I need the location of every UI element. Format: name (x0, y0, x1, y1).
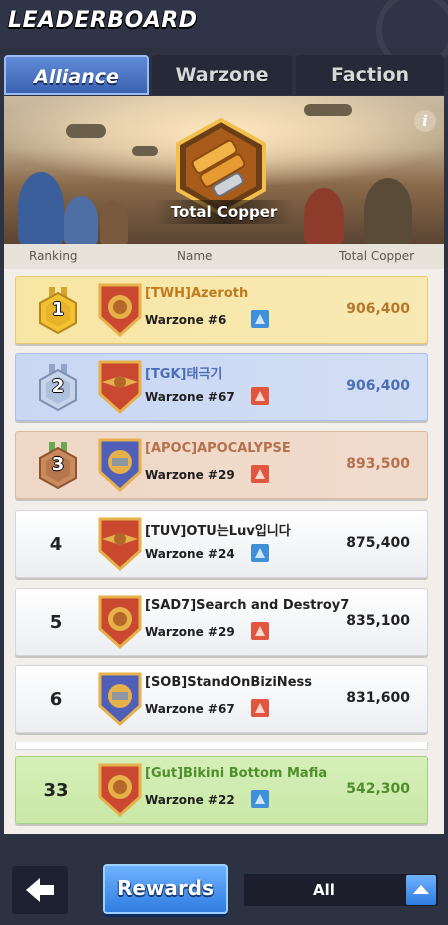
filter-value: All (313, 881, 335, 899)
warzone-label: Warzone #29 (145, 625, 235, 639)
alliance-name: [TGK]태극기 (145, 367, 223, 382)
warzone-label: Warzone #24 (145, 547, 235, 561)
ranking-panel[interactable]: Ranking Name Total Copper 1 [TWH]Azeroth… (4, 244, 444, 834)
helicopter-icon (304, 104, 352, 116)
banner-caption: Total Copper (154, 200, 294, 224)
back-button[interactable] (12, 866, 68, 914)
alliance-name: [Gut]Bikini Bottom Mafia (145, 766, 328, 781)
copper-value: 542,300 (346, 781, 410, 797)
filter-select[interactable]: All (244, 874, 438, 906)
warzone-label: Warzone #67 (145, 702, 235, 716)
chevron-up-icon[interactable] (406, 875, 436, 905)
table-row[interactable]: 2 [TGK]태극기 Warzone #67 906,400 (15, 353, 428, 421)
alliance-emblem-icon (98, 438, 142, 493)
soldier-figure (64, 196, 98, 244)
alliance-name: [SOB]StandOnBiziNess (145, 675, 312, 690)
helicopter-icon (66, 124, 106, 138)
faction-red-icon (251, 699, 269, 717)
copper-value: 831,600 (346, 690, 410, 706)
tab-alliance[interactable]: Alliance (4, 55, 149, 95)
copper-value: 906,400 (346, 301, 410, 317)
copper-value: 835,100 (346, 613, 410, 629)
silver-medal-icon: 2 (36, 364, 80, 412)
alliance-name: [APOC]APOCALYPSE (145, 441, 291, 456)
soldier-figure (304, 188, 344, 244)
leaderboard-screen: LEADERBOARD Alliance Warzone Faction Tot… (0, 0, 448, 925)
alliance-name: [TWH]Azeroth (145, 286, 249, 301)
alliance-emblem-icon (98, 672, 142, 727)
alliance-name: [SAD7]Search and Destroy7 (145, 598, 350, 613)
table-row[interactable]: 6 [SOB]StandOnBiziNess Warzone #67 831,6… (15, 665, 428, 733)
faction-blue-icon (251, 790, 269, 808)
column-header: Ranking Name Total Copper (4, 244, 444, 269)
copper-value: 906,400 (346, 378, 410, 394)
header: LEADERBOARD (0, 0, 448, 70)
bronze-medal-icon: 3 (36, 442, 80, 490)
alliance-emblem-icon (98, 763, 142, 818)
warzone-label: Warzone #67 (145, 390, 235, 404)
table-row[interactable]: 3 [APOC]APOCALYPSE Warzone #29 893,500 (15, 431, 428, 499)
rank-number: 33 (43, 780, 69, 801)
rewards-button[interactable]: Rewards (103, 864, 228, 914)
alliance-emblem-icon (98, 517, 142, 572)
faction-blue-icon (251, 310, 269, 328)
back-arrow-icon (26, 878, 54, 902)
faction-red-icon (251, 465, 269, 483)
list-row-peek (15, 742, 428, 750)
alliance-name: [TUV]OTU는Luv입니다 (145, 524, 291, 539)
copper-value: 875,400 (346, 535, 410, 551)
tab-warzone[interactable]: Warzone (152, 55, 292, 95)
tab-faction[interactable]: Faction (296, 55, 444, 95)
alliance-emblem-icon (98, 595, 142, 650)
warzone-label: Warzone #22 (145, 793, 235, 807)
warzone-label: Warzone #6 (145, 313, 227, 327)
tab-bar: Alliance Warzone Faction (4, 55, 444, 95)
soldier-figure (364, 178, 412, 244)
helicopter-icon (132, 146, 158, 156)
soldier-figure (18, 172, 64, 244)
warzone-label: Warzone #29 (145, 468, 235, 482)
col-total-copper: Total Copper (339, 249, 415, 263)
alliance-emblem-icon (98, 360, 142, 415)
faction-red-icon (251, 387, 269, 405)
col-name: Name (177, 249, 213, 263)
banner: Total Copper i (4, 96, 444, 244)
info-icon[interactable]: i (414, 110, 436, 132)
rank-number: 5 (49, 612, 63, 633)
faction-red-icon (251, 622, 269, 640)
table-row[interactable]: 4 [TUV]OTU는Luv입니다 Warzone #24 875,400 (15, 510, 428, 578)
table-row[interactable]: 1 [TWH]Azeroth Warzone #6 906,400 (15, 276, 428, 344)
table-row[interactable]: 5 [SAD7]Search and Destroy7 Warzone #29 … (15, 588, 428, 656)
col-ranking: Ranking (29, 249, 78, 263)
rank-number: 4 (49, 534, 63, 555)
gold-medal-icon: 1 (36, 287, 80, 335)
rank-number: 6 (49, 689, 63, 710)
bottom-bar: Rewards All (0, 834, 448, 925)
my-alliance-row[interactable]: 33 [Gut]Bikini Bottom Mafia Warzone #22 … (15, 756, 428, 824)
page-title: LEADERBOARD (8, 8, 198, 33)
soldier-figure (100, 200, 128, 244)
faction-blue-icon (251, 544, 269, 562)
copper-value: 893,500 (346, 456, 410, 472)
alliance-emblem-icon (98, 283, 142, 338)
